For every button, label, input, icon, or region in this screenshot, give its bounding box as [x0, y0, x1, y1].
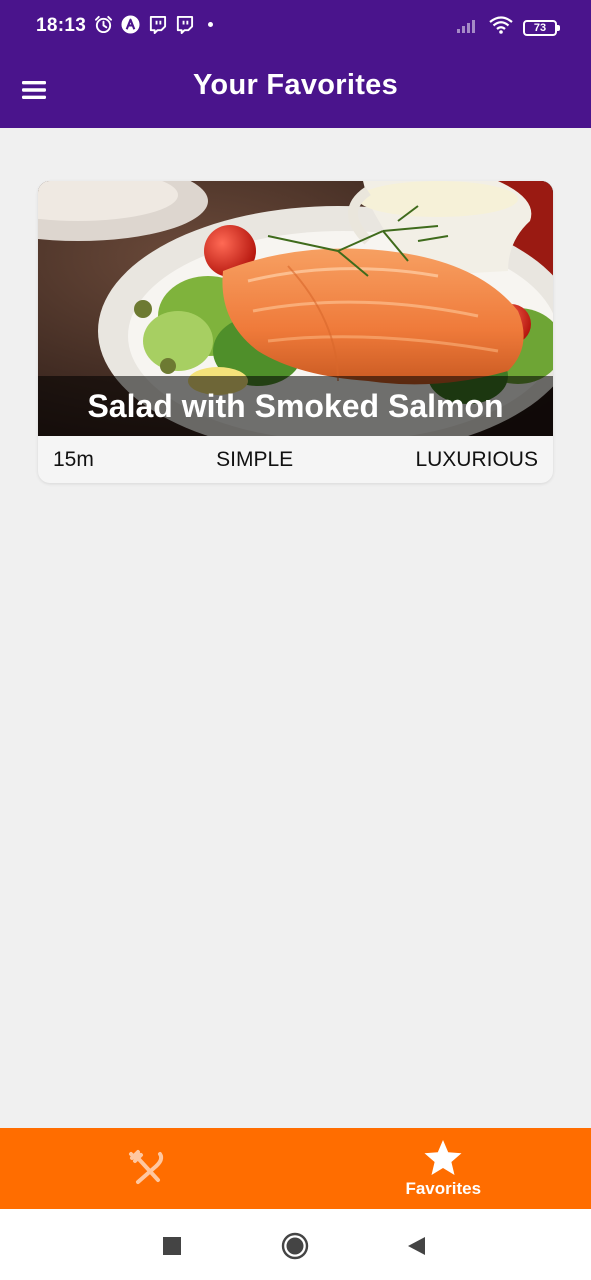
- notification-icons: [94, 15, 213, 34]
- meal-duration: 15m: [53, 447, 94, 471]
- system-status-icons: 73: [457, 16, 560, 39]
- tab-favorites-label: Favorites: [405, 1178, 482, 1198]
- home-circle-icon: [281, 1232, 309, 1260]
- back-button[interactable]: [399, 1229, 433, 1263]
- recents-button[interactable]: [155, 1229, 189, 1263]
- more-notifications-dot: [208, 22, 213, 27]
- back-triangle-icon: [408, 1237, 425, 1255]
- home-button[interactable]: [278, 1229, 312, 1263]
- meal-details: 15m SIMPLE LUXURIOUS: [38, 436, 553, 483]
- recents-square-icon: [163, 1237, 181, 1255]
- bottom-tab-bar: Favorites: [0, 1128, 591, 1209]
- wifi-icon: [489, 16, 513, 39]
- favorites-screen: 18:13 73 Your Favorites Salad with Smoke…: [0, 0, 591, 1280]
- tab-favorites[interactable]: Favorites: [296, 1128, 591, 1209]
- app-bar: Your Favorites: [0, 56, 591, 128]
- status-bar: 18:13 73: [0, 0, 591, 56]
- star-icon: [424, 1139, 462, 1175]
- meal-title: Salad with Smoked Salmon: [38, 376, 553, 436]
- tab-meals[interactable]: [0, 1128, 296, 1209]
- meal-complexity: SIMPLE: [216, 447, 294, 471]
- twitch-icon: [148, 15, 167, 34]
- status-time: 18:13: [36, 15, 87, 36]
- meal-card[interactable]: Salad with Smoked Salmon 15m SIMPLE LUXU…: [38, 181, 553, 483]
- system-navigation-bar: [0, 1209, 591, 1280]
- battery-level: 73: [533, 21, 547, 34]
- meal-affordability: LUXURIOUS: [415, 447, 538, 471]
- a-app-icon: [121, 15, 140, 34]
- alarm-icon: [94, 15, 113, 34]
- signal-icon: [457, 17, 479, 38]
- meal-image: Salad with Smoked Salmon: [38, 181, 553, 436]
- page-title: Your Favorites: [192, 69, 399, 101]
- battery-icon: 73: [523, 19, 560, 36]
- fork-knife-icon: [128, 1149, 163, 1184]
- twitch-icon: [175, 15, 194, 34]
